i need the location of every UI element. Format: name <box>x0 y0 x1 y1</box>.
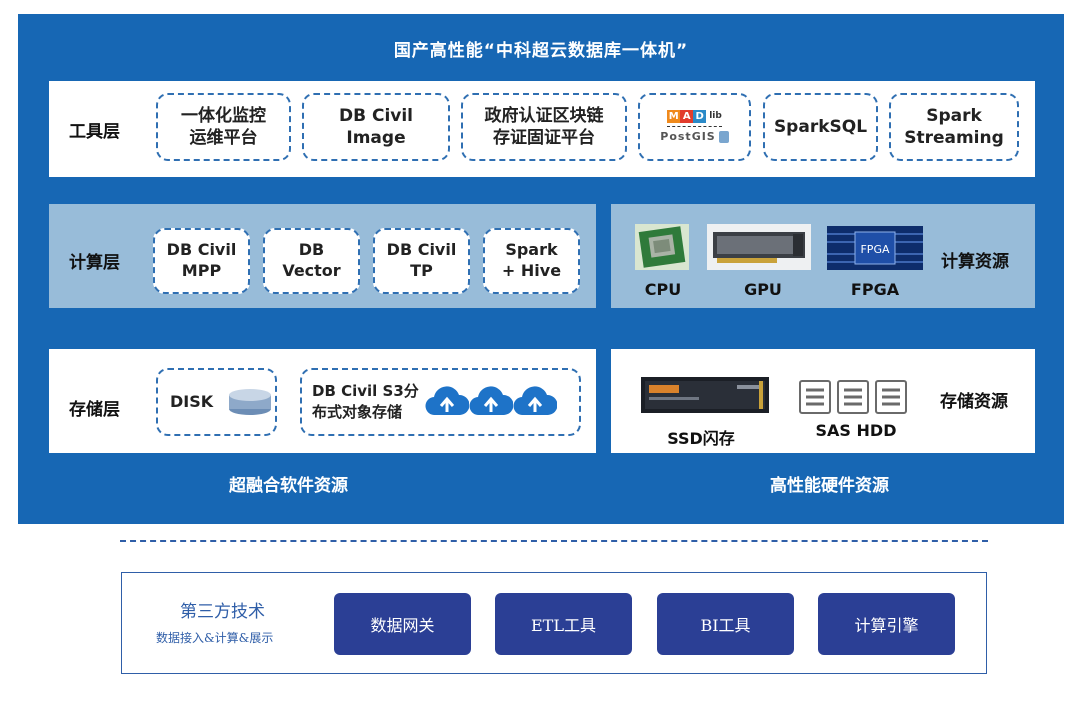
spark-hive-box: Spark + Hive <box>483 228 580 294</box>
db-civil-tp-box: DB Civil TP <box>373 228 470 294</box>
storage-resources: SSD闪存 SAS HDD 存储资源 <box>611 349 1035 453</box>
sparksql-box: SparkSQL <box>763 93 878 161</box>
madlib-postgis-box: M A D lib PostGIS <box>638 93 751 161</box>
box-line: 政府认证区块链 <box>484 105 604 126</box>
third-party-panel: 第三方技术 数据接入&计算&展示 数据网关 ETL工具 BI工具 计算引擎 <box>121 572 987 674</box>
box-line: Streaming <box>904 128 1004 148</box>
compute-engine-button[interactable]: 计算引擎 <box>818 593 955 655</box>
main-title: 国产高性能“中科超云数据库一体机” <box>393 41 689 61</box>
tool-layer-label: 工具层 <box>69 122 120 142</box>
compute-layer: 计算层 DB Civil MPP DB Vector DB Civil TP Spar… <box>49 204 596 308</box>
box-line: Spark <box>926 105 982 126</box>
data-gateway-button[interactable]: 数据网关 <box>334 593 471 655</box>
postgis-text: PostGIS <box>660 129 716 143</box>
gpu-icon <box>707 224 811 270</box>
storage-resources-label: 存储资源 <box>940 392 1008 412</box>
compute-resources-label: 计算资源 <box>941 252 1009 272</box>
dashed-divider <box>120 540 988 542</box>
box-line: DB Civil <box>166 240 237 260</box>
box-line: 一体化监控 <box>181 105 266 126</box>
box-line: Vector <box>282 261 341 280</box>
postgis-logo: PostGIS <box>660 129 729 144</box>
box-line: TP <box>410 261 433 280</box>
ssd-icon <box>641 375 769 415</box>
compute-resources: FPGA CPU GPU FPGA 计算资源 <box>611 204 1035 308</box>
third-party-subtitle: 数据接入&计算&展示 <box>156 631 274 645</box>
blockchain-platform-box: 政府认证区块链 存证固证平台 <box>461 93 627 161</box>
box-line: MPP <box>181 261 222 280</box>
disk-label: DISK <box>170 391 214 411</box>
madlib-a-glyph: A <box>680 109 694 123</box>
tool-layer: 工具层 一体化监控 运维平台 DB Civil Image 政府认证区块链 存证固证平… <box>49 81 1035 177</box>
cloud-upload-icon <box>425 385 469 419</box>
box-line: 运维平台 <box>189 128 258 148</box>
cpu-icon <box>635 224 689 270</box>
box-line: Image <box>346 128 406 148</box>
gpu-label: GPU <box>744 280 782 299</box>
spark-streaming-box: Spark Streaming <box>889 93 1019 161</box>
software-caption: 超融合软件资源 <box>229 476 348 496</box>
box-line: DB Civil S3分 <box>312 382 419 400</box>
box-line: DB Civil <box>386 240 457 260</box>
db-vector-box: DB Vector <box>263 228 360 294</box>
third-party-title: 第三方技术 <box>180 602 265 622</box>
box-line: 布式对象存储 <box>312 403 403 421</box>
hdd-icon <box>798 379 910 415</box>
box-line: + Hive <box>501 261 562 280</box>
box-line: Spark <box>505 240 558 260</box>
cpu-label: CPU <box>644 280 682 299</box>
bi-tool-button[interactable]: BI工具 <box>657 593 794 655</box>
monitoring-ops-platform-box: 一体化监控 运维平台 <box>156 93 291 161</box>
madlib-m-glyph: M <box>667 109 681 123</box>
fpga-icon: FPGA <box>827 226 923 270</box>
storage-layer: 存储层 DISK DB Civil S3分 布式对象存储 <box>49 349 596 453</box>
fpga-label: FPGA <box>850 280 900 299</box>
box-line: 存证固证平台 <box>493 128 595 148</box>
madlib-logo: M A D lib <box>667 109 722 127</box>
cloud-upload-icon <box>513 385 557 419</box>
db-civil-image-box: DB Civil Image <box>302 93 450 161</box>
madlib-d-glyph: D <box>693 109 707 123</box>
elephant-icon <box>718 130 729 143</box>
box-line: DB <box>298 240 325 260</box>
storage-layer-label: 存储层 <box>69 400 120 420</box>
ssd-label: SSD闪存 <box>667 429 735 448</box>
madlib-lib-glyph: lib <box>709 110 722 121</box>
fpga-chip-text: FPGA <box>860 243 889 256</box>
disk-icon <box>227 387 273 417</box>
compute-layer-label: 计算层 <box>69 253 120 273</box>
s3-storage-box: DB Civil S3分 布式对象存储 <box>300 368 581 436</box>
etl-tool-button[interactable]: ETL工具 <box>495 593 632 655</box>
disk-box: DISK <box>156 368 277 436</box>
box-line: DB Civil <box>338 105 414 126</box>
hardware-caption: 高性能硬件资源 <box>770 476 889 496</box>
cloud-upload-icon <box>469 385 513 419</box>
sas-hdd-label: SAS HDD <box>815 421 897 440</box>
db-civil-mpp-box: DB Civil MPP <box>153 228 250 294</box>
box-line: SparkSQL <box>773 116 868 137</box>
